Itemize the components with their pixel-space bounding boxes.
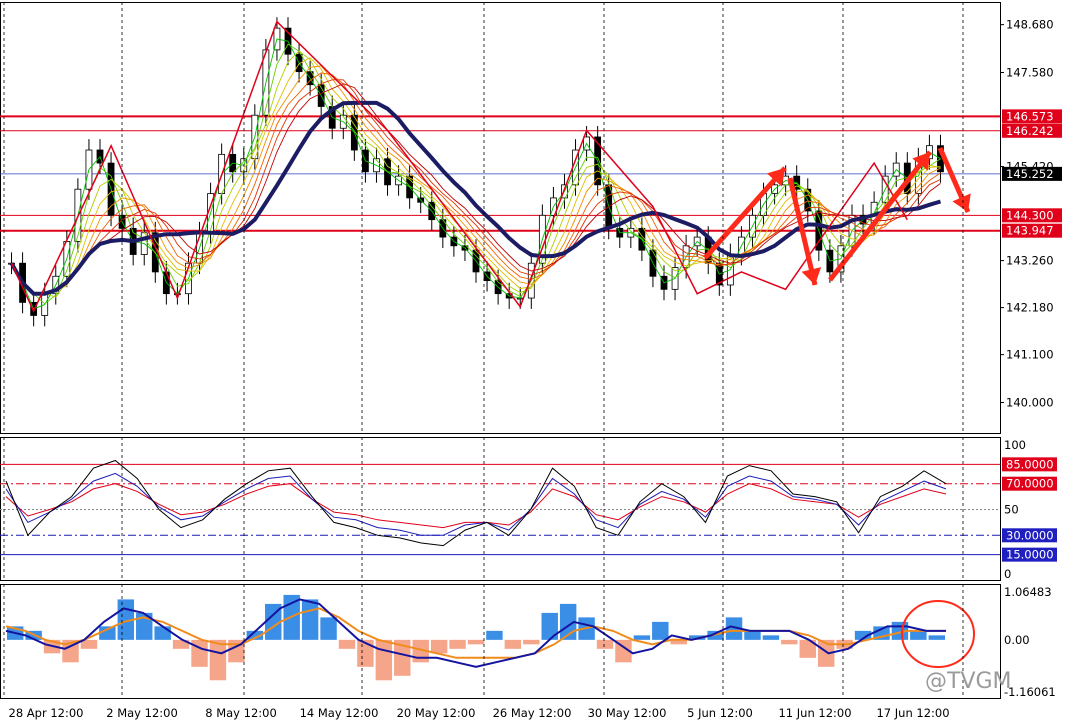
y-tick-label: 147.580 bbox=[1006, 66, 1054, 80]
price-level-label: 144.300 bbox=[1006, 208, 1054, 222]
macd-hist-bar bbox=[430, 639, 448, 654]
macd-hist-bar bbox=[486, 630, 503, 640]
osc-y-tick-label: 100 bbox=[1004, 438, 1026, 452]
x-tick-label: 8 May 12:00 bbox=[205, 706, 277, 720]
macd-y-tick-label: 0.00 bbox=[1004, 633, 1030, 647]
macd-hist-bar bbox=[928, 635, 945, 640]
macd-y-tick-label: -1.16061 bbox=[1004, 685, 1056, 699]
macd-hist-bar bbox=[449, 639, 466, 649]
x-tick-label: 14 May 12:00 bbox=[300, 706, 379, 720]
macd-hist-bar bbox=[375, 639, 393, 681]
osc-level-label: 85.0000 bbox=[1006, 457, 1054, 471]
x-tick-label: 2 May 12:00 bbox=[106, 706, 178, 720]
y-tick-label: 148.680 bbox=[1006, 18, 1054, 32]
macd-hist-bar bbox=[504, 639, 522, 649]
macd-hist-bar bbox=[596, 639, 614, 649]
price-level-label: 146.242 bbox=[1006, 124, 1054, 138]
y-tick-label: 141.100 bbox=[1006, 348, 1054, 362]
macd-hist-bar bbox=[652, 621, 669, 640]
x-tick-label: 5 Jun 12:00 bbox=[687, 706, 753, 720]
macd-hist-bar bbox=[301, 599, 319, 640]
macd-y-tick-label: 1.06483 bbox=[1004, 585, 1052, 599]
x-tick-label: 20 May 12:00 bbox=[397, 706, 476, 720]
y-tick-label: 140.000 bbox=[1006, 396, 1054, 410]
x-tick-label: 28 Apr 12:00 bbox=[9, 706, 84, 720]
macd-hist-bar bbox=[209, 639, 227, 681]
osc-y-tick-label: 0 bbox=[1004, 567, 1011, 581]
macd-hist-bar bbox=[633, 635, 651, 640]
macd-hist-bar bbox=[781, 639, 798, 645]
y-tick-label: 143.260 bbox=[1006, 254, 1054, 268]
x-tick-label: 17 Jun 12:00 bbox=[876, 706, 949, 720]
x-tick-label: 26 May 12:00 bbox=[493, 706, 572, 720]
price-level-label: 143.947 bbox=[1006, 224, 1054, 238]
osc-level-label: 70.0000 bbox=[1006, 477, 1054, 491]
macd-hist-bar bbox=[154, 626, 171, 640]
chart-background bbox=[0, 0, 1065, 723]
macd-hist-bar bbox=[762, 635, 780, 640]
macd-hist-bar bbox=[191, 639, 208, 667]
osc-y-tick-label: 50 bbox=[1004, 503, 1019, 517]
watermark: @TVGM bbox=[925, 669, 1012, 694]
osc-level-label: 30.0000 bbox=[1006, 528, 1054, 542]
osc-level-label: 15.0000 bbox=[1006, 548, 1054, 562]
current-price-label: 145.252 bbox=[1006, 167, 1054, 181]
macd-hist-bar bbox=[320, 617, 337, 640]
macd-hist-bar bbox=[910, 630, 927, 640]
chart-root: 148.680147.580145.420143.260142.180141.1… bbox=[0, 0, 1065, 723]
price-level-label: 146.573 bbox=[1006, 109, 1054, 123]
y-tick-label: 142.180 bbox=[1006, 301, 1054, 315]
macd-hist-bar bbox=[467, 639, 485, 645]
macd-hist-bar bbox=[338, 639, 356, 649]
macd-hist-bar bbox=[744, 630, 761, 640]
macd-hist-bar bbox=[523, 639, 540, 645]
x-tick-label: 11 Jun 12:00 bbox=[778, 706, 851, 720]
x-tick-label: 30 May 12:00 bbox=[588, 706, 667, 720]
